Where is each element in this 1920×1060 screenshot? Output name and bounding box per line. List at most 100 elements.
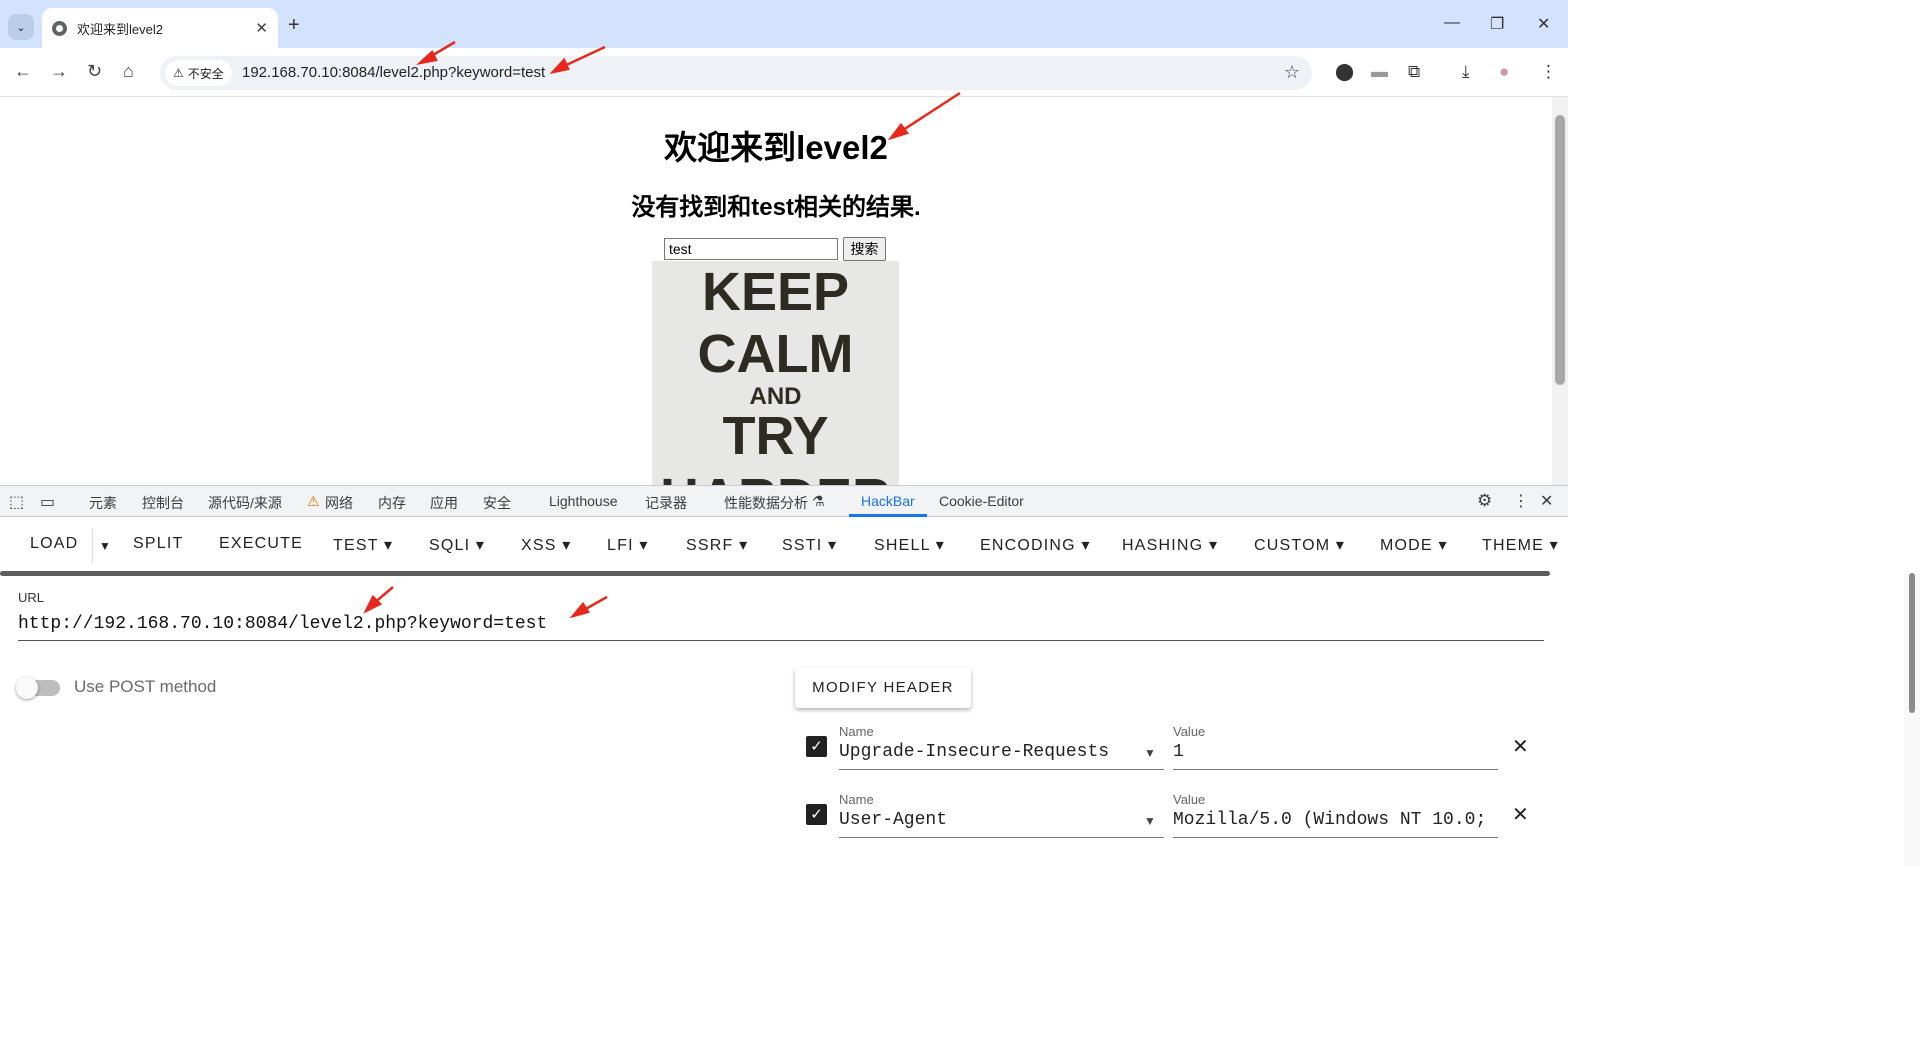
ssrf-menu[interactable]: SSRF ▾ bbox=[686, 535, 748, 555]
test-menu[interactable]: TEST ▾ bbox=[333, 535, 393, 555]
tab-sources[interactable]: 源代码/来源 bbox=[208, 493, 282, 513]
settings-gear-icon[interactable]: ⚙ bbox=[1477, 491, 1492, 511]
tab-security[interactable]: 安全 bbox=[483, 493, 511, 513]
sqli-menu[interactable]: SQLI ▾ bbox=[429, 535, 485, 555]
devtools-tabbar: ⬚ ▭ 元素 控制台 源代码/来源 ⚠ 网络 内存 应用 安全 Lighthou… bbox=[0, 485, 1568, 517]
header-name-underline bbox=[839, 769, 1164, 770]
hackbar-body: URL http://192.168.70.10:8084/level2.php… bbox=[0, 576, 1568, 866]
download-icon[interactable]: ⤓ bbox=[1462, 62, 1470, 82]
search-button[interactable]: 搜索 bbox=[843, 237, 886, 261]
load-dropdown-caret[interactable]: ▼ bbox=[92, 529, 112, 563]
post-method-label: Use POST method bbox=[74, 677, 217, 696]
result-heading: 没有找到和test相关的结果. bbox=[631, 194, 921, 221]
header-name-label: Name bbox=[839, 724, 874, 739]
tab-application[interactable]: 应用 bbox=[430, 493, 458, 513]
header-enabled-checkbox[interactable]: ✓ bbox=[806, 736, 827, 757]
address-bar[interactable]: ⚠ 不安全 192.168.70.10:8084/level2.php?keyw… bbox=[160, 56, 1312, 90]
header-value-input[interactable]: 1 bbox=[1173, 742, 1498, 762]
forward-icon[interactable]: → bbox=[50, 61, 68, 82]
hashing-menu-label: HASHING bbox=[1122, 537, 1204, 554]
header-value-input[interactable]: Mozilla/5.0 (Windows NT 10.0; bbox=[1173, 810, 1498, 830]
shell-menu[interactable]: SHELL ▾ bbox=[874, 535, 945, 555]
tab-console[interactable]: 控制台 bbox=[142, 493, 184, 513]
keep-calm-poster: KEEP CALM AND TRY HARDER bbox=[652, 261, 899, 485]
mode-menu[interactable]: MODE ▾ bbox=[1380, 535, 1448, 555]
tab-hackbar[interactable]: HackBar bbox=[861, 493, 915, 509]
new-tab-button[interactable]: + bbox=[288, 14, 300, 37]
poster-line: TRY bbox=[722, 406, 829, 466]
search-input[interactable] bbox=[664, 238, 838, 260]
chevron-down-icon: ⌄ bbox=[16, 21, 26, 34]
security-chip[interactable]: ⚠ 不安全 bbox=[165, 60, 232, 86]
device-toolbar-icon[interactable]: ▭ bbox=[40, 492, 55, 512]
ssrf-menu-label: SSRF bbox=[686, 537, 734, 554]
minimize-icon[interactable]: — bbox=[1444, 14, 1460, 32]
extension-bar-icon[interactable]: ▬ bbox=[1371, 62, 1388, 82]
theme-menu-label: THEME bbox=[1482, 537, 1544, 554]
browser-toolbar: ← → ↻ ⌂ ⚠ 不安全 192.168.70.10:8084/level2.… bbox=[0, 48, 1568, 97]
home-icon[interactable]: ⌂ bbox=[123, 61, 134, 82]
close-tab-icon[interactable]: ✕ bbox=[255, 19, 268, 37]
split-button[interactable]: SPLIT bbox=[133, 535, 183, 553]
tab-search-button[interactable]: ⌄ bbox=[8, 14, 34, 40]
header-value-underline bbox=[1173, 769, 1498, 770]
theme-menu[interactable]: THEME ▾ bbox=[1482, 535, 1559, 555]
browser-tab[interactable]: 欢迎来到level2 ✕ bbox=[42, 8, 278, 48]
header-enabled-checkbox[interactable]: ✓ bbox=[806, 804, 827, 825]
tab-lighthouse[interactable]: Lighthouse bbox=[549, 493, 618, 509]
header-name-input[interactable]: Upgrade-Insecure-Requests bbox=[839, 742, 1109, 762]
page-heading: 欢迎来到level2 bbox=[664, 129, 888, 166]
remove-header-icon[interactable]: ✕ bbox=[1512, 802, 1529, 827]
bookmark-star-icon[interactable]: ☆ bbox=[1284, 62, 1300, 83]
test-menu-label: TEST bbox=[333, 537, 379, 554]
ssti-menu[interactable]: SSTI ▾ bbox=[782, 535, 837, 555]
record-icon[interactable]: ⬤ bbox=[1335, 62, 1354, 82]
post-method-toggle[interactable] bbox=[16, 677, 60, 699]
lfi-menu-label: LFI bbox=[607, 537, 634, 554]
lfi-menu[interactable]: LFI ▾ bbox=[607, 535, 649, 555]
dropdown-caret-icon[interactable]: ▼ bbox=[1144, 746, 1156, 760]
header-value-label: Value bbox=[1173, 724, 1206, 739]
inspect-element-icon[interactable]: ⬚ bbox=[9, 492, 24, 512]
page-viewport: 欢迎来到level2 没有找到和test相关的结果. 搜索 KEEP CALM … bbox=[0, 97, 1568, 485]
tab-cookie-editor[interactable]: Cookie-Editor bbox=[939, 493, 1024, 509]
extensions-puzzle-icon[interactable]: ⧉ bbox=[1408, 62, 1420, 82]
header-value-label: Value bbox=[1173, 792, 1206, 807]
tab-recorder[interactable]: 记录器 bbox=[645, 493, 687, 513]
devtools-close-icon[interactable]: ✕ bbox=[1540, 491, 1553, 511]
profile-avatar-icon[interactable]: ● bbox=[1499, 62, 1509, 82]
custom-menu[interactable]: CUSTOM ▾ bbox=[1254, 535, 1345, 555]
warning-icon: ⚠ bbox=[307, 493, 320, 509]
header-name-input[interactable]: User-Agent bbox=[839, 810, 947, 830]
remove-header-icon[interactable]: ✕ bbox=[1512, 734, 1529, 759]
more-menu-icon[interactable]: ⋮ bbox=[1540, 62, 1557, 82]
url-input[interactable]: http://192.168.70.10:8084/level2.php?key… bbox=[18, 614, 547, 634]
window-close-icon[interactable]: ✕ bbox=[1537, 14, 1550, 34]
reload-icon[interactable]: ↻ bbox=[87, 61, 102, 82]
hackbar-menu: LOAD ▼ SPLIT EXECUTE TEST ▾ SQLI ▾ XSS ▾… bbox=[0, 517, 1568, 573]
xss-menu[interactable]: XSS ▾ bbox=[521, 535, 572, 555]
dropdown-caret-icon[interactable]: ▼ bbox=[1144, 814, 1156, 828]
tab-elements[interactable]: 元素 bbox=[89, 493, 117, 513]
toggle-knob[interactable] bbox=[16, 677, 38, 699]
modify-header-button[interactable]: MODIFY HEADER bbox=[795, 668, 971, 708]
flask-icon: ⚗ bbox=[812, 493, 825, 509]
devtools-more-icon[interactable]: ⋮ bbox=[1513, 491, 1529, 511]
tab-performance-insights[interactable]: 性能数据分析 bbox=[724, 493, 808, 513]
tab-title: 欢迎来到level2 bbox=[77, 21, 163, 37]
execute-button[interactable]: EXECUTE bbox=[219, 535, 303, 553]
encoding-menu[interactable]: ENCODING ▾ bbox=[980, 535, 1091, 555]
load-button[interactable]: LOAD bbox=[30, 535, 78, 553]
restore-icon[interactable]: ❐ bbox=[1490, 14, 1504, 34]
tab-network[interactable]: 网络 bbox=[325, 493, 353, 513]
hackbar-scrollbar[interactable] bbox=[1904, 573, 1920, 866]
custom-menu-label: CUSTOM bbox=[1254, 537, 1331, 554]
page-scrollbar[interactable] bbox=[1552, 97, 1568, 485]
tab-memory[interactable]: 内存 bbox=[378, 493, 406, 513]
scrollbar-thumb[interactable] bbox=[1909, 573, 1915, 713]
url-text[interactable]: 192.168.70.10:8084/level2.php?keyword=te… bbox=[242, 64, 545, 81]
back-icon[interactable]: ← bbox=[14, 61, 32, 82]
hashing-menu[interactable]: HASHING ▾ bbox=[1122, 535, 1218, 555]
security-label: 不安全 bbox=[187, 66, 224, 81]
scrollbar-thumb[interactable] bbox=[1555, 115, 1565, 385]
